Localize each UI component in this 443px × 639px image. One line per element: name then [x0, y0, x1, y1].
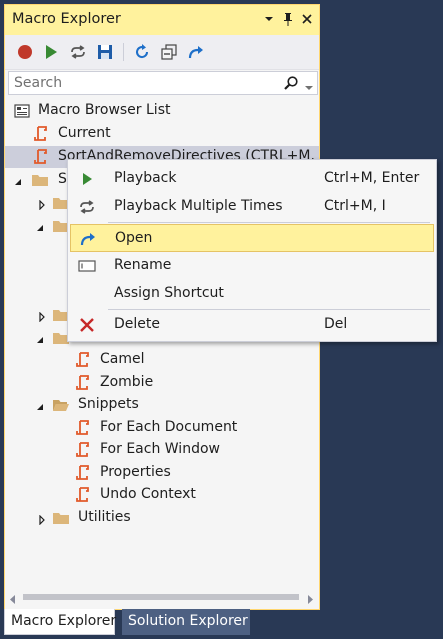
- chevron-down-icon[interactable]: [305, 80, 313, 96]
- tree-item-for-each-document[interactable]: For Each Document: [5, 417, 319, 439]
- tree-item-label: Macro Browser List: [38, 102, 171, 118]
- toolbar: [5, 35, 319, 70]
- macro-file-icon: [75, 464, 93, 482]
- collapsed-arrow-icon[interactable]: [37, 513, 47, 526]
- menu-item-shortcut: Del: [324, 316, 348, 332]
- repeat-icon[interactable]: [68, 42, 88, 62]
- tree-item-label: Snippets: [78, 396, 139, 412]
- expanded-arrow-icon[interactable]: [13, 175, 23, 185]
- tree-item-label: Properties: [100, 464, 171, 480]
- record-icon[interactable]: [15, 42, 35, 62]
- tree-item-snippets[interactable]: Snippets: [5, 394, 319, 416]
- menu-separator: [108, 309, 430, 310]
- macro-browser-icon: [13, 102, 31, 120]
- tree-item-label: For Each Document: [100, 419, 238, 435]
- expanded-arrow-icon[interactable]: [35, 221, 45, 231]
- scrollbar-thumb[interactable]: [23, 594, 299, 600]
- menu-item-label: Assign Shortcut: [114, 285, 224, 301]
- tree-item-label: Utilities: [78, 509, 131, 525]
- menu-item-shortcut: Ctrl+M, Enter: [324, 170, 420, 186]
- play-icon[interactable]: [41, 42, 61, 62]
- rename-icon: [78, 257, 96, 275]
- tree-item-undo-context[interactable]: Undo Context: [5, 484, 319, 506]
- toolbar-separator: [123, 43, 124, 61]
- menu-item-shortcut: Ctrl+M, I: [324, 198, 386, 214]
- refresh-icon[interactable]: [132, 42, 152, 62]
- scroll-left-icon[interactable]: [10, 592, 16, 608]
- macro-file-icon: [75, 441, 93, 459]
- menu-item-label: Playback: [114, 170, 177, 186]
- tab-macro-explorer[interactable]: Macro Explorer: [4, 609, 116, 635]
- open-arrow-icon[interactable]: [186, 42, 206, 62]
- menu-item-label: Open: [115, 230, 153, 246]
- tree-item-label: Camel: [100, 351, 145, 367]
- search-icon[interactable]: [283, 75, 299, 95]
- menu-item-playback-multiple-times[interactable]: Playback Multiple Times Ctrl+M, I: [70, 193, 434, 221]
- menu-item-open[interactable]: Open: [70, 224, 434, 252]
- folder-open-icon: [52, 396, 70, 414]
- menu-item-delete[interactable]: Delete Del: [70, 311, 434, 339]
- menu-item-assign-shortcut[interactable]: Assign Shortcut: [70, 280, 434, 308]
- horizontal-scrollbar[interactable]: [5, 588, 319, 605]
- save-icon[interactable]: [95, 42, 115, 62]
- context-menu: Playback Ctrl+M, Enter Playback Multiple…: [67, 159, 437, 342]
- menu-item-label: Playback Multiple Times: [114, 198, 283, 214]
- tree-item-label: For Each Window: [100, 441, 220, 457]
- close-icon[interactable]: [300, 10, 314, 28]
- search-input[interactable]: [9, 72, 284, 94]
- collapsed-arrow-icon[interactable]: [37, 310, 47, 323]
- tree-item-for-each-window[interactable]: For Each Window: [5, 439, 319, 461]
- tree-item-label: Current: [58, 125, 111, 141]
- folder-icon: [52, 509, 70, 527]
- expanded-arrow-icon[interactable]: [35, 333, 45, 343]
- macro-file-icon: [33, 148, 51, 166]
- menu-item-rename[interactable]: Rename: [70, 252, 434, 280]
- collapse-all-icon[interactable]: [159, 42, 179, 62]
- macro-file-icon: [75, 419, 93, 437]
- tree-item-camel[interactable]: Camel: [5, 349, 319, 371]
- menu-item-playback[interactable]: Playback Ctrl+M, Enter: [70, 165, 434, 193]
- tree-item-properties[interactable]: Properties: [5, 462, 319, 484]
- folder-icon: [31, 171, 49, 189]
- macro-file-icon: [75, 351, 93, 369]
- tree-item-utilities[interactable]: Utilities: [5, 507, 319, 529]
- search-box[interactable]: [8, 71, 318, 95]
- menu-separator: [108, 222, 430, 223]
- window-title: Macro Explorer: [12, 11, 121, 27]
- tree-item-label: Zombie: [100, 374, 154, 390]
- repeat-icon: [78, 198, 96, 216]
- macro-file-icon: [75, 486, 93, 504]
- tree-item-zombie[interactable]: Zombie: [5, 372, 319, 394]
- menu-item-label: Delete: [114, 316, 160, 332]
- menu-item-label: Rename: [114, 257, 172, 273]
- title-bar[interactable]: Macro Explorer: [5, 5, 319, 35]
- tree-item-macro-browser-list[interactable]: Macro Browser List: [5, 100, 319, 122]
- macro-file-icon: [75, 374, 93, 392]
- tree-item-current[interactable]: Current: [5, 123, 319, 145]
- delete-x-icon: [78, 316, 96, 334]
- scroll-right-icon[interactable]: [307, 592, 313, 608]
- pin-icon[interactable]: [281, 10, 295, 28]
- open-arrow-icon: [79, 230, 97, 248]
- dropdown-icon[interactable]: [262, 10, 276, 28]
- tree-item-label: Undo Context: [100, 486, 196, 502]
- tab-solution-explorer[interactable]: Solution Explorer: [122, 609, 250, 635]
- macro-file-icon: [33, 125, 51, 143]
- collapsed-arrow-icon[interactable]: [37, 198, 47, 211]
- play-icon: [78, 170, 96, 188]
- expanded-arrow-icon[interactable]: [35, 400, 45, 410]
